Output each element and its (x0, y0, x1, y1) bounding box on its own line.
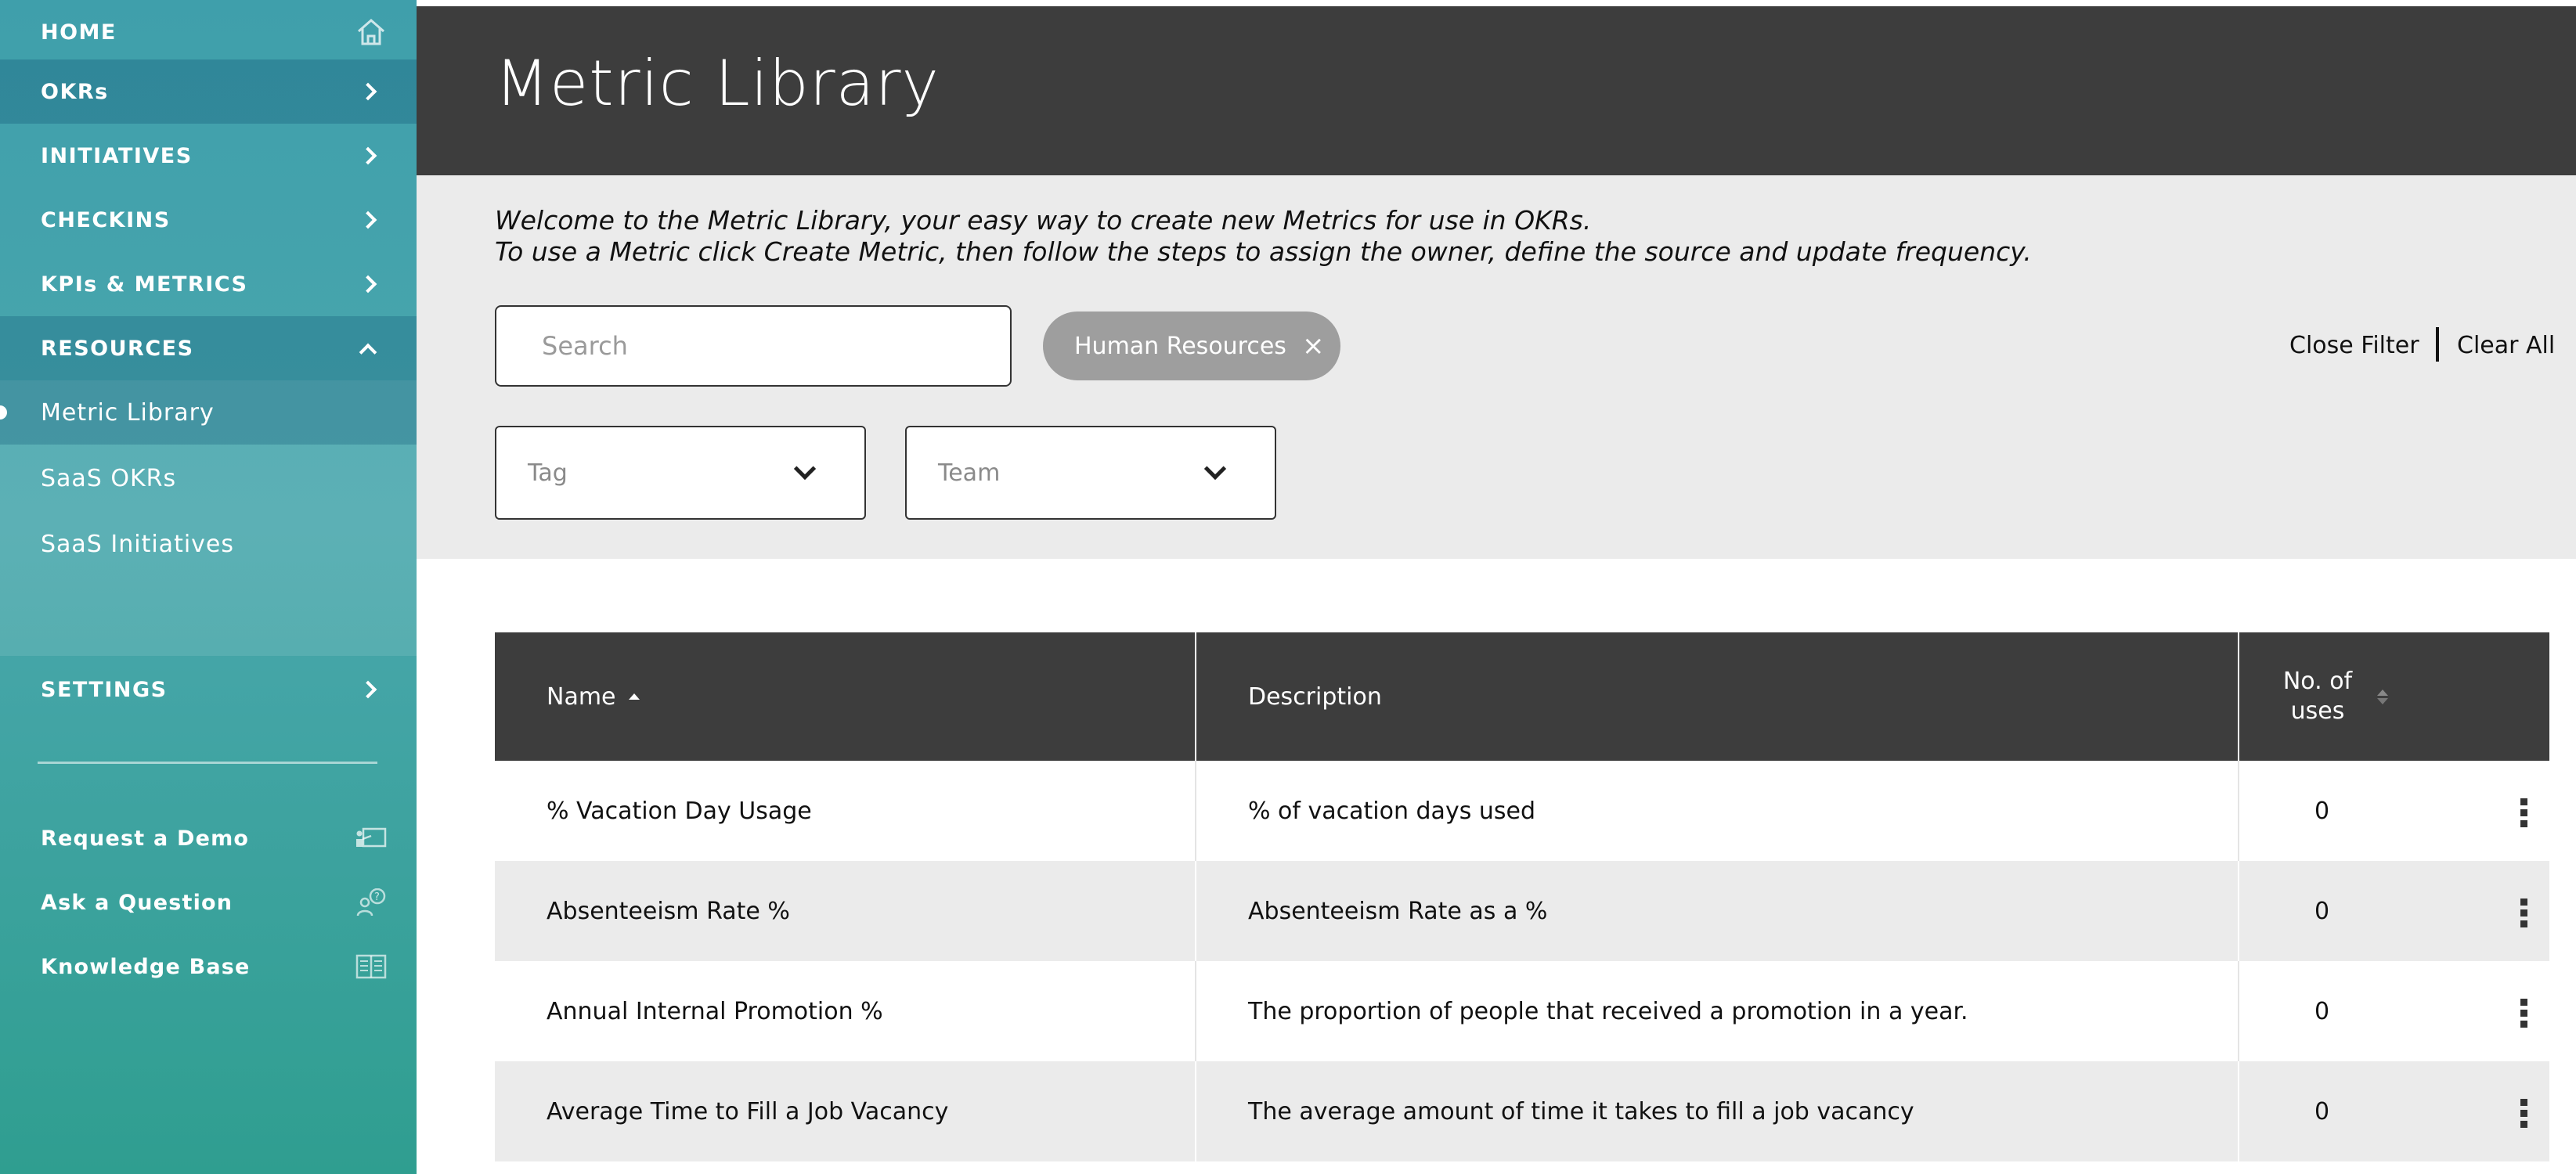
cell-description: Absenteeism Rate as a % (1196, 861, 2239, 961)
intro-line-2: To use a Metric click Create Metric, the… (495, 236, 2032, 267)
column-name-label: Name (547, 682, 616, 711)
nav-initiatives[interactable]: INITIATIVES (0, 124, 417, 188)
help-ask-question[interactable]: Ask a Question ? (0, 870, 417, 935)
chevron-down-icon (1203, 457, 1227, 481)
cell-uses: 0 (2239, 761, 2549, 861)
demo-icon (355, 823, 387, 854)
page-title: Metric Library (495, 47, 940, 120)
cell-name: % Vacation Day Usage (495, 761, 1196, 861)
chevron-right-icon (355, 76, 387, 107)
nav-home-label: HOME (41, 20, 117, 45)
chevron-right-icon (355, 204, 387, 236)
sub-saas-initiatives-label: SaaS Initiatives (41, 530, 235, 558)
column-uses-label: No. of uses (2271, 667, 2365, 726)
team-dropdown[interactable]: Team (905, 426, 1276, 520)
intro-line-1: Welcome to the Metric Library, your easy… (495, 205, 1592, 236)
sub-saas-initiatives[interactable]: SaaS Initiatives (0, 512, 417, 576)
svg-text:?: ? (374, 891, 380, 903)
current-indicator (0, 405, 7, 420)
cell-name: Annual Internal Promotion % (495, 961, 1196, 1061)
tag-dropdown-label: Tag (528, 459, 568, 487)
search-input[interactable] (495, 305, 1012, 387)
sub-saas-okrs-label: SaaS OKRs (41, 464, 177, 492)
column-header-uses[interactable]: No. of uses (2239, 632, 2549, 761)
tag-dropdown[interactable]: Tag (495, 426, 866, 520)
nav-initiatives-label: INITIATIVES (41, 143, 193, 168)
nav-checkins-label: CHECKINS (41, 207, 171, 232)
sidebar: HOME OKRs INITIATIVES CHECKINS KPIs & ME… (0, 0, 417, 1174)
sidebar-divider (38, 762, 377, 764)
nav-okrs[interactable]: OKRs (0, 59, 417, 124)
filter-action-separator (2436, 327, 2439, 362)
knowledge-base-label: Knowledge Base (41, 954, 251, 979)
table-row[interactable]: % Vacation Day Usage % of vacation days … (495, 761, 2549, 861)
chevron-right-icon (355, 268, 387, 300)
filter-chip-human-resources: Human Resources × (1043, 312, 1340, 380)
nav-kpis-label: KPIs & METRICS (41, 272, 248, 297)
filter-panel: Welcome to the Metric Library, your easy… (417, 175, 2576, 559)
metric-table: Name Description No. of uses % Vacation … (495, 632, 2549, 1161)
resources-submenu: Metric Library SaaS OKRs SaaS Initiative… (0, 380, 417, 656)
uses-value: 0 (2314, 897, 2330, 925)
chevron-right-icon (355, 674, 387, 705)
column-header-description: Description (1196, 632, 2239, 761)
filter-chip-label: Human Resources (1074, 332, 1286, 360)
book-icon (355, 951, 387, 982)
cell-uses: 0 (2239, 961, 2549, 1061)
column-description-label: Description (1248, 682, 1382, 711)
uses-value: 0 (2314, 1097, 2330, 1125)
row-menu-icon[interactable] (2516, 1097, 2532, 1129)
help-request-demo[interactable]: Request a Demo (0, 806, 417, 870)
remove-filter-icon[interactable]: × (1302, 330, 1325, 362)
sub-saas-okrs[interactable]: SaaS OKRs (0, 446, 417, 510)
close-filter-button[interactable]: Close Filter (2289, 332, 2419, 359)
column-header-name[interactable]: Name (495, 632, 1196, 761)
uses-value: 0 (2314, 997, 2330, 1025)
column-uses-line1: No. of (2282, 668, 2353, 695)
sort-neutral-icon[interactable] (2377, 689, 2388, 704)
nav-settings[interactable]: SETTINGS (0, 657, 417, 722)
row-menu-icon[interactable] (2516, 897, 2532, 929)
clear-all-button[interactable]: Clear All (2457, 332, 2555, 359)
question-person-icon: ? (355, 887, 387, 918)
nav-resources[interactable]: RESOURCES (0, 316, 417, 380)
nav-checkins[interactable]: CHECKINS (0, 188, 417, 252)
nav-resources-label: RESOURCES (41, 336, 194, 361)
help-knowledge-base[interactable]: Knowledge Base (0, 935, 417, 999)
chevron-right-icon (355, 140, 387, 171)
column-uses-line2: uses (2290, 697, 2345, 725)
intro-text: Welcome to the Metric Library, your easy… (495, 205, 2032, 268)
uses-value: 0 (2314, 797, 2330, 825)
cell-description: The average amount of time it takes to f… (1196, 1061, 2239, 1161)
cell-uses: 0 (2239, 1061, 2549, 1161)
table-row[interactable]: Absenteeism Rate % Absenteeism Rate as a… (495, 861, 2549, 961)
table-row[interactable]: Average Time to Fill a Job Vacancy The a… (495, 1061, 2549, 1161)
cell-name: Average Time to Fill a Job Vacancy (495, 1061, 1196, 1161)
nav-home[interactable]: HOME (0, 0, 417, 64)
cell-description: The proportion of people that received a… (1196, 961, 2239, 1061)
table-row[interactable]: Annual Internal Promotion % The proporti… (495, 961, 2549, 1061)
row-menu-icon[interactable] (2516, 997, 2532, 1029)
chevron-up-icon (355, 333, 387, 364)
page-header: Metric Library (417, 6, 2576, 175)
sub-metric-library-label: Metric Library (41, 398, 215, 427)
ask-question-label: Ask a Question (41, 890, 233, 915)
cell-description: % of vacation days used (1196, 761, 2239, 861)
nav-okrs-label: OKRs (41, 79, 109, 104)
sub-metric-library[interactable]: Metric Library (0, 380, 417, 445)
team-dropdown-label: Team (938, 459, 1001, 487)
cell-name: Absenteeism Rate % (495, 861, 1196, 961)
nav-settings-label: SETTINGS (41, 677, 168, 702)
nav-kpis-metrics[interactable]: KPIs & METRICS (0, 252, 417, 316)
chevron-down-icon (793, 457, 817, 481)
request-demo-label: Request a Demo (41, 826, 250, 851)
sort-asc-icon[interactable] (628, 693, 640, 700)
home-icon (355, 16, 387, 48)
cell-uses: 0 (2239, 861, 2549, 961)
row-menu-icon[interactable] (2516, 797, 2532, 829)
table-header: Name Description No. of uses (495, 632, 2549, 761)
